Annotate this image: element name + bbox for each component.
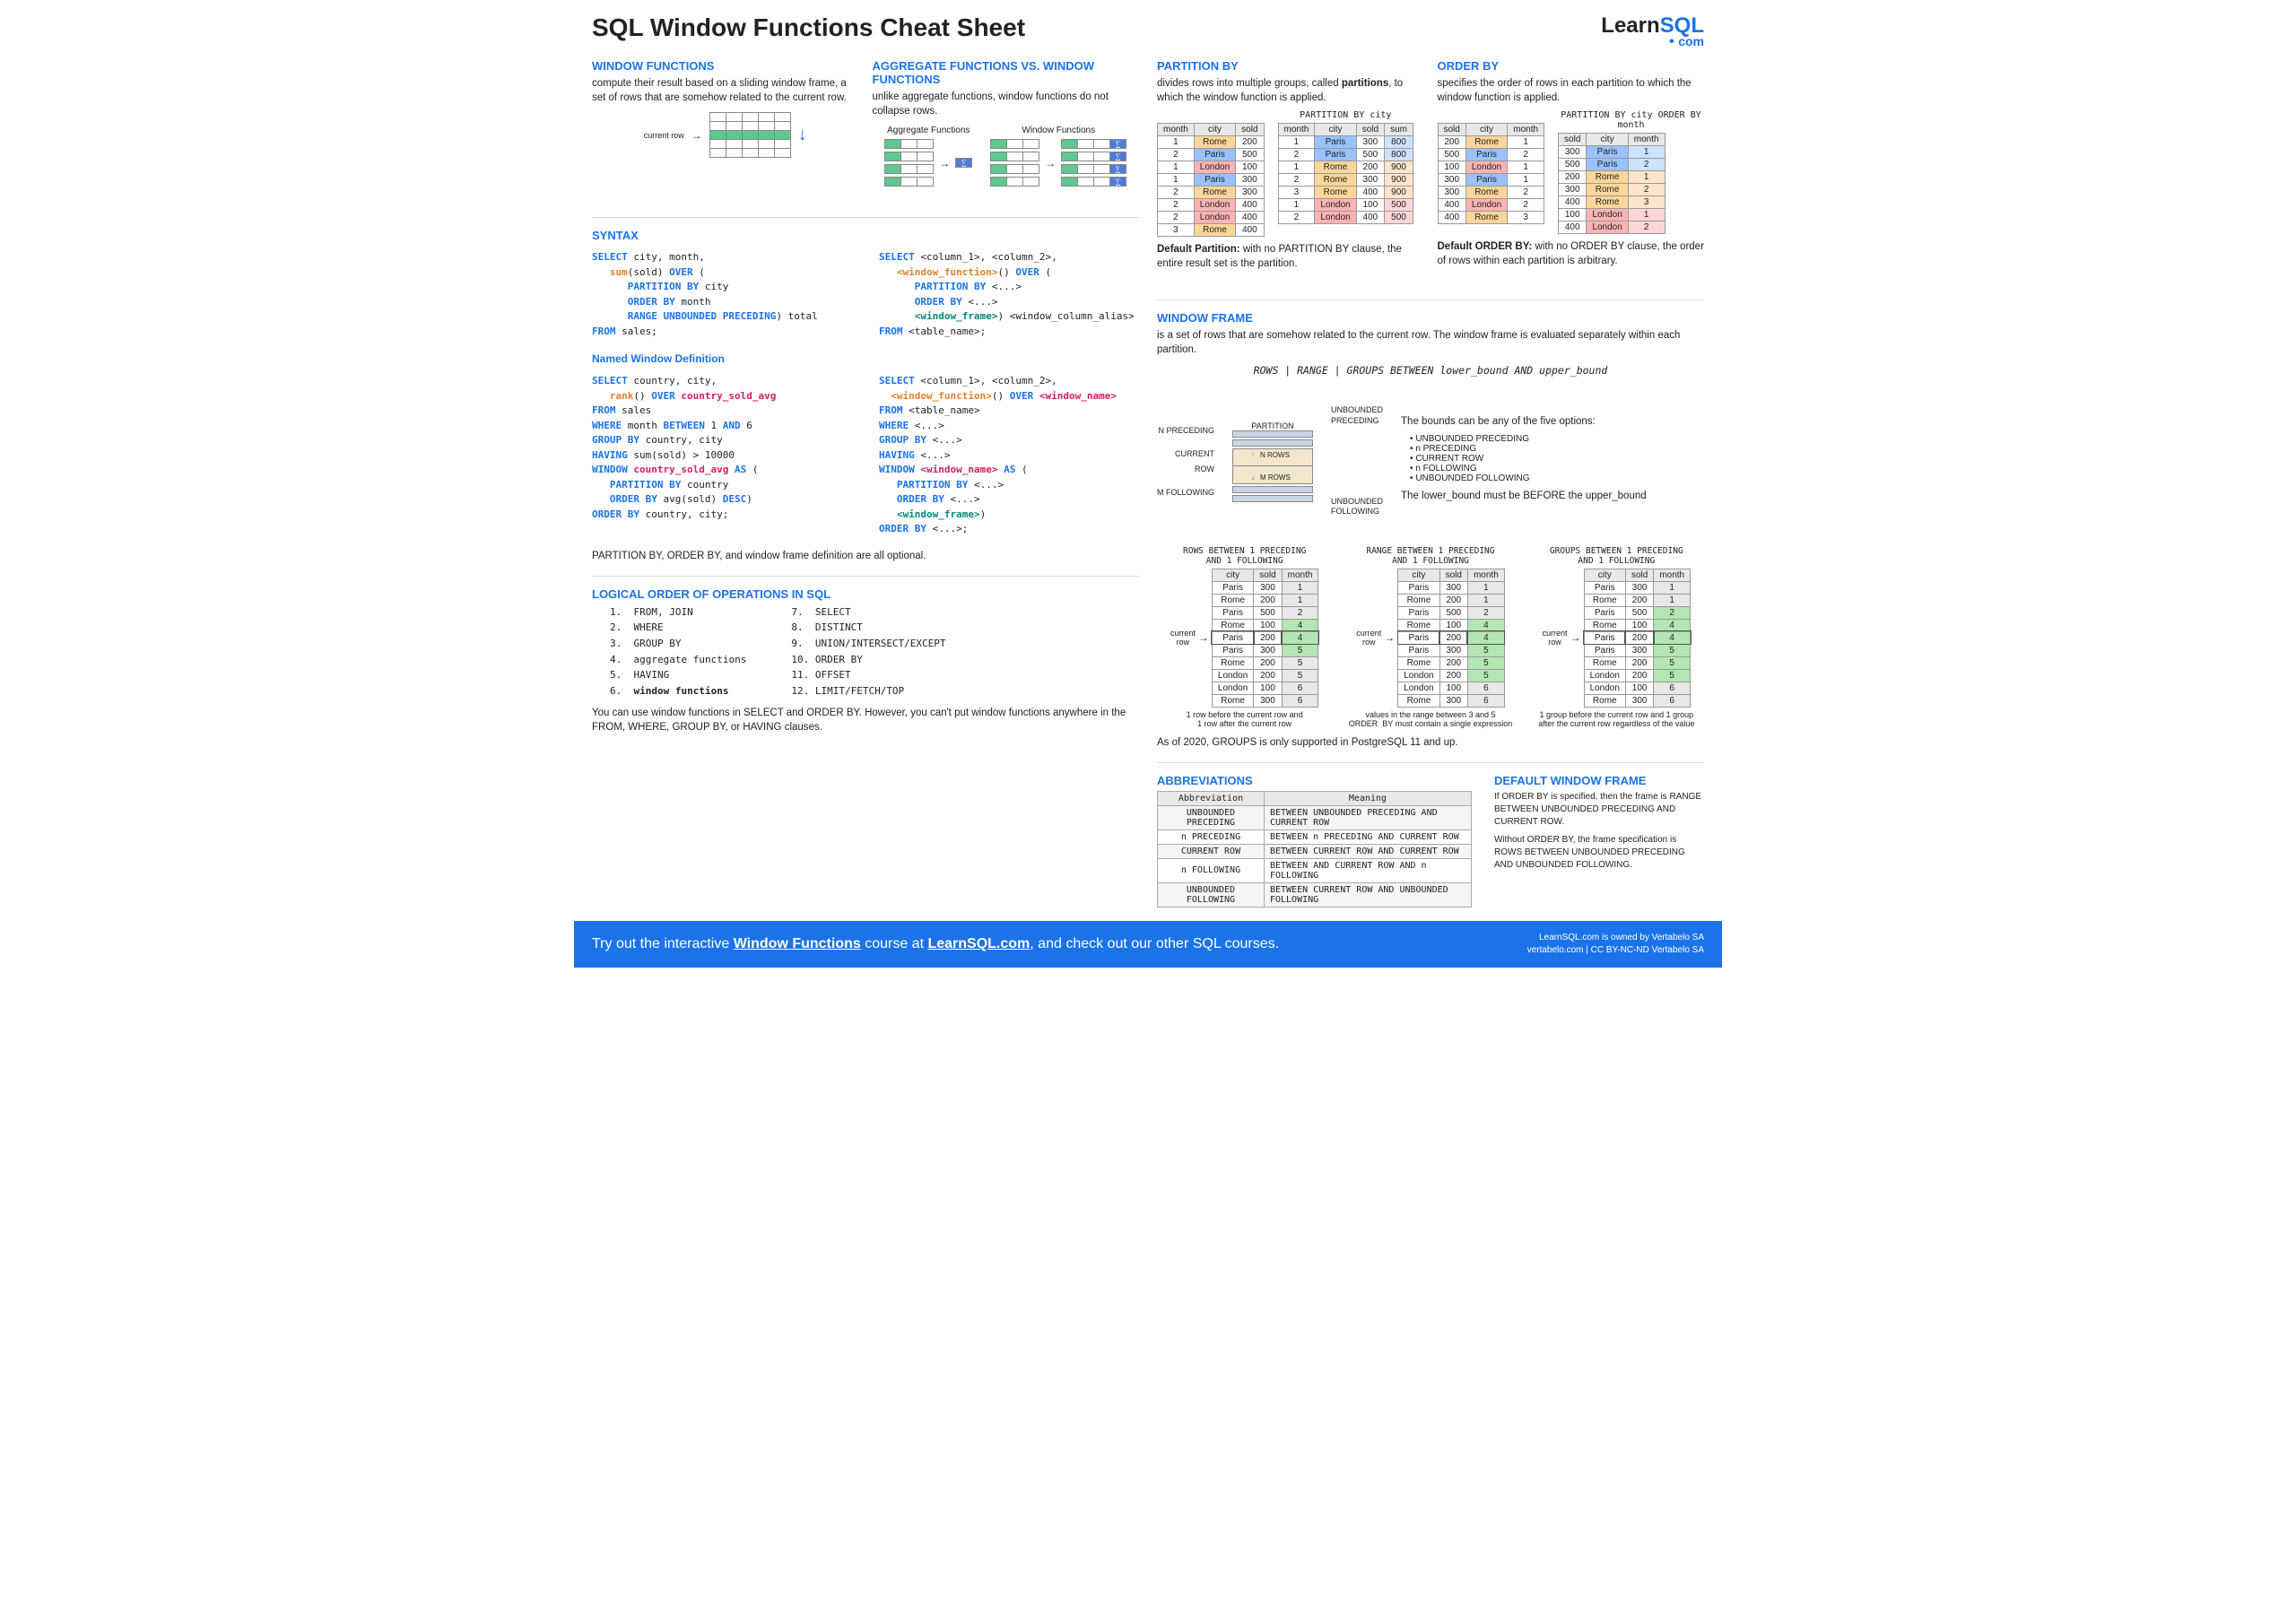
default-frame-p2: Without ORDER BY, the frame specificatio…: [1494, 834, 1704, 872]
current-row-label: current row: [644, 131, 684, 140]
abbrev-table: AbbreviationMeaningUNBOUNDED PRECEDINGBE…: [1157, 791, 1472, 908]
syntax-note: PARTITION BY, ORDER BY, and window frame…: [592, 549, 1139, 563]
syntax-code-4: SELECT <column_1>, <column_2>, <window_f…: [879, 374, 1139, 537]
default-frame-p1: If ORDER BY is specified, then the frame…: [1494, 791, 1704, 829]
wf-diagram: [709, 112, 791, 158]
orderby-label: PARTITION BY city ORDER BY month: [1558, 110, 1704, 130]
wf-heading: WINDOW FUNCTIONS: [592, 59, 859, 73]
arrow-right-icon: →: [1198, 631, 1209, 644]
agg-col-a: Aggregate Functions: [884, 126, 972, 135]
abbrev-heading: ABBREVIATIONS: [1157, 774, 1472, 787]
agg-text: unlike aggregate functions, window funct…: [873, 90, 1140, 118]
arrow-right-icon: →: [1384, 631, 1395, 644]
frame-table-a: citysoldmonthParis3001Rome2001Paris5002R…: [1212, 569, 1319, 708]
partition-default: Default Partition: with no PARTITION BY …: [1157, 242, 1424, 271]
bounds-intro: The bounds can be any of the five option…: [1401, 414, 1704, 429]
logical-heading: LOGICAL ORDER OF OPERATIONS IN SQL: [592, 587, 1139, 601]
frame-ex-a-desc: 1 row before the current row and 1 row a…: [1157, 710, 1332, 728]
groups-note: As of 2020, GROUPS is only supported in …: [1157, 735, 1704, 750]
logo-learn: Learn: [1601, 13, 1659, 38]
orderby-table-a: soldcitymonth200Rome1500Paris2100London1…: [1438, 123, 1545, 224]
frame-diag-bars: PARTITION ↑ N ROWS ↓ M ROWS: [1232, 421, 1313, 502]
orderby-text: specifies the order of rows in each part…: [1438, 76, 1705, 105]
frame-diag-right: UNBOUNDED PRECEDING UNBOUNDED FOLLOWING: [1331, 385, 1383, 539]
named-wd-heading: Named Window Definition: [592, 352, 1139, 365]
bounds-list: UNBOUNDED PRECEDING n PRECEDING CURRENT …: [1401, 434, 1704, 483]
logo: LearnSQL com: [1601, 13, 1704, 50]
orderby-default: Default ORDER BY: with no ORDER BY claus…: [1438, 239, 1705, 268]
frame-table-b: citysoldmonthParis3001Rome2001Paris5002R…: [1397, 569, 1505, 708]
syntax-heading: SYNTAX: [592, 229, 1139, 242]
frame-row-label-b: current row: [1356, 629, 1381, 647]
frame-diag-labels: N PRECEDING CURRENT ROW M FOLLOWING: [1157, 423, 1214, 499]
partition-label: PARTITION BY city: [1278, 110, 1413, 120]
arrow-down-icon: ↓: [798, 125, 807, 145]
frame-ex-b-cap: RANGE BETWEEN 1 PRECEDING AND 1 FOLLOWIN…: [1343, 546, 1518, 566]
partition-table-b: monthcitysoldsum1Paris3008002Paris500800…: [1278, 123, 1413, 224]
frame-syntax: ROWS | RANGE | GROUPS BETWEEN lower_boun…: [1157, 363, 1704, 378]
frame-row-label-a: current row: [1170, 629, 1196, 647]
logical-list-b: 7. SELECT 8. DISTINCT 9. UNION/INTERSECT…: [773, 604, 945, 699]
agg-col-b: Window Functions: [990, 126, 1126, 135]
logical-list-a: 1. FROM, JOIN 2. WHERE 3. GROUP BY 4. ag…: [592, 604, 746, 699]
arrow-right-icon: →: [1045, 157, 1056, 169]
partition-table-a: monthcitysold1Rome2002Paris5001London100…: [1157, 123, 1265, 237]
page-title: SQL Window Functions Cheat Sheet: [592, 13, 1025, 42]
syntax-code-2: SELECT <column_1>, <column_2>, <window_f…: [879, 250, 1139, 339]
footer-main: Try out the interactive Window Functions…: [592, 936, 1279, 952]
agg-heading: AGGREGATE FUNCTIONS VS. WINDOW FUNCTIONS: [873, 59, 1140, 86]
wf-text: compute their result based on a sliding …: [592, 76, 859, 105]
footer-right: LearnSQL.com is owned by Vertabelo SA ve…: [1527, 932, 1704, 957]
frame-ex-c-desc: 1 group before the current row and 1 gro…: [1529, 710, 1704, 728]
orderby-table-b: soldcitymonth300Paris1500Paris2200Rome13…: [1558, 133, 1665, 234]
frame-row-label-c: current row: [1543, 629, 1568, 647]
frame-heading: WINDOW FRAME: [1157, 311, 1704, 325]
frame-ex-c-cap: GROUPS BETWEEN 1 PRECEDING AND 1 FOLLOWI…: [1529, 546, 1704, 566]
orderby-heading: ORDER BY: [1438, 59, 1705, 73]
agg-diagram-b: [990, 139, 1039, 187]
syntax-code-1: SELECT city, month, sum(sold) OVER ( PAR…: [592, 250, 852, 339]
syntax-code-3: SELECT country, city, rank() OVER countr…: [592, 374, 852, 522]
arrow-right-icon: →: [691, 129, 702, 142]
arrow-right-icon: →: [939, 157, 950, 169]
footer-link-site[interactable]: LearnSQL.com: [927, 936, 1030, 951]
logical-note: You can use window functions in SELECT a…: [592, 706, 1139, 734]
default-frame-heading: DEFAULT WINDOW FRAME: [1494, 774, 1704, 787]
arrow-right-icon: →: [1570, 631, 1581, 644]
bounds-note: The lower_bound must be BEFORE the upper…: [1401, 489, 1704, 503]
frame-ex-a-cap: ROWS BETWEEN 1 PRECEDING AND 1 FOLLOWING: [1157, 546, 1332, 566]
footer-link-wf[interactable]: Window Functions: [734, 936, 861, 951]
frame-table-c: citysoldmonthParis3001Rome2001Paris5002R…: [1584, 569, 1692, 708]
partition-heading: PARTITION BY: [1157, 59, 1424, 73]
frame-text: is a set of rows that are somehow relate…: [1157, 328, 1704, 357]
frame-ex-b-desc: values in the range between 3 and 5 ORDE…: [1343, 710, 1518, 728]
agg-diagram-a: [884, 139, 934, 187]
partition-text: divides rows into multiple groups, calle…: [1157, 76, 1424, 105]
